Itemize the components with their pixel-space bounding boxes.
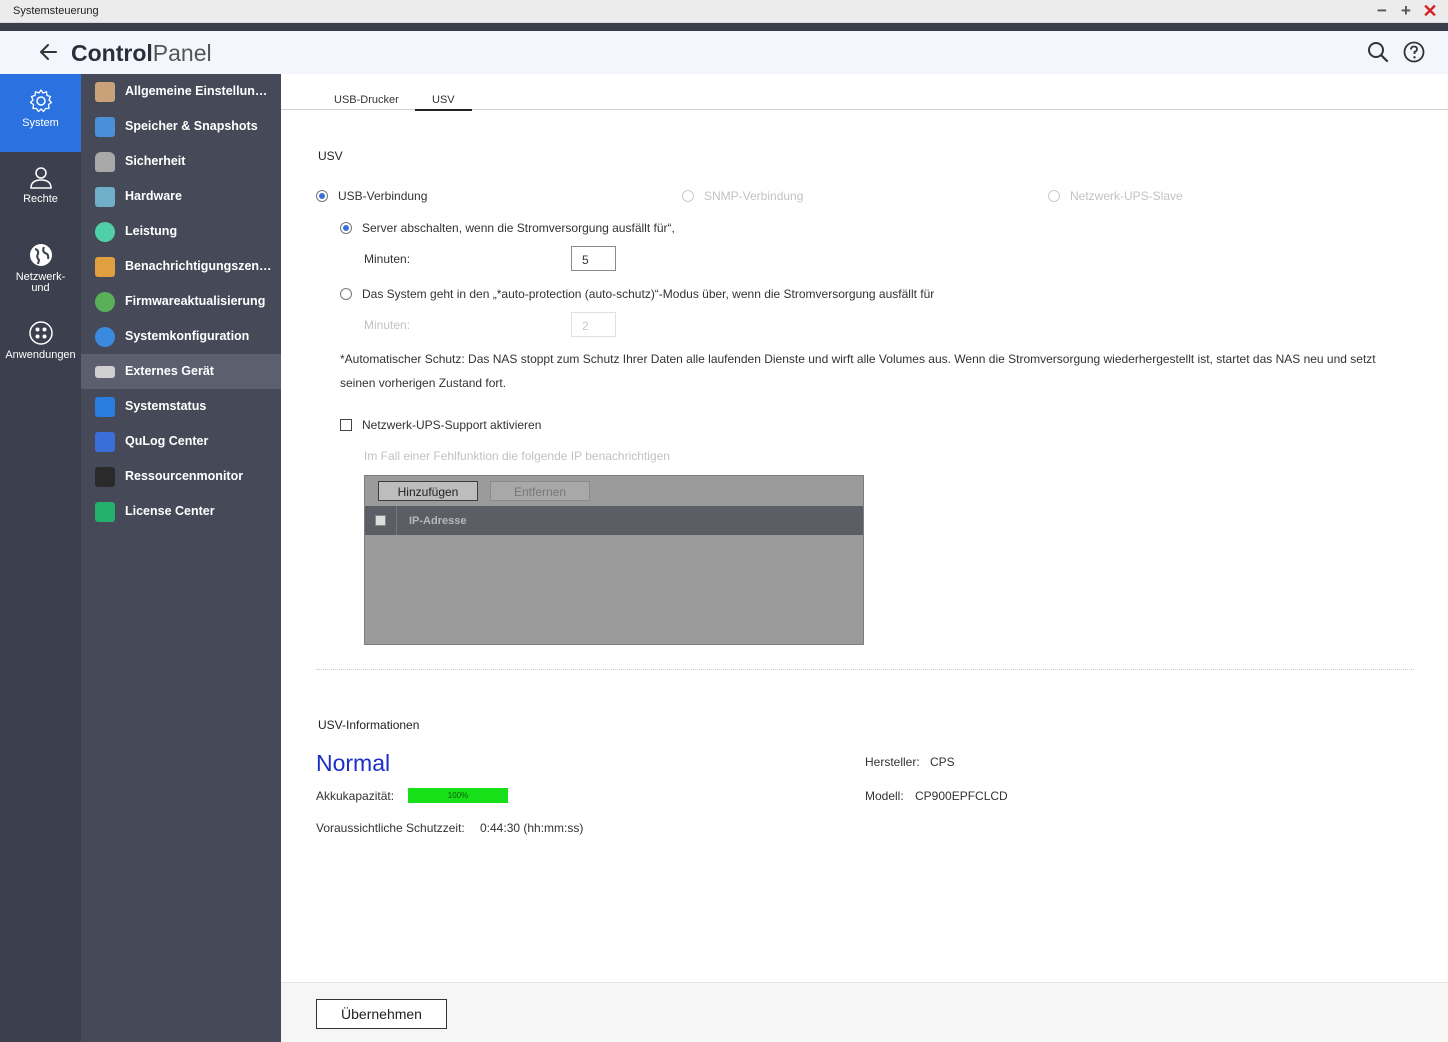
lock-icon	[95, 152, 115, 172]
license-icon	[95, 502, 115, 522]
radio-auto-protection[interactable]	[340, 288, 352, 300]
subnav-item-benachrichtigungszentrum[interactable]: Benachrichtigungszentru…	[81, 249, 281, 284]
add-ip-button[interactable]: Hinzufügen	[378, 481, 478, 501]
runtime-label: Voraussichtliche Schutzzeit:	[316, 821, 465, 835]
apply-button[interactable]: Übernehmen	[316, 999, 447, 1029]
notification-icon	[95, 257, 115, 277]
titlebar-divider	[0, 23, 1448, 31]
external-device-icon	[95, 366, 115, 378]
subnav-item-leistung[interactable]: Leistung	[81, 214, 281, 249]
runtime-value: 0:44:30 (hh:mm:ss)	[480, 821, 584, 835]
subnav-item-systemkonfiguration[interactable]: Systemkonfiguration	[81, 319, 281, 354]
minimize-icon[interactable]: −	[1373, 2, 1391, 20]
rail-item-system[interactable]: System	[0, 74, 81, 152]
section-divider	[316, 669, 1414, 670]
pulse-chart-icon	[95, 467, 115, 487]
monitor-icon	[95, 397, 115, 417]
firmware-icon	[95, 292, 115, 312]
notify-ip-label: Im Fall einer Fehlfunktion die folgende …	[364, 449, 670, 463]
auto-protection-note-line2: seinen vorherigen Zustand fort.	[340, 376, 507, 390]
user-icon	[29, 167, 52, 189]
config-gear-icon	[95, 327, 115, 347]
subnav-item-sicherheit[interactable]: Sicherheit	[81, 144, 281, 179]
netzwerk-ups-slave-label: Netzwerk-UPS-Slave	[1070, 189, 1183, 203]
category-rail: System Rechte Netzwerk- und Anwendungen	[0, 74, 81, 1042]
ip-column-header: IP-Adresse	[409, 515, 467, 527]
server-abschalten-label: Server abschalten, wenn die Stromversorg…	[362, 221, 675, 235]
ip-list-panel: Hinzufügen Entfernen IP-Adresse	[364, 475, 864, 645]
subnav-item-license-center[interactable]: License Center	[81, 494, 281, 529]
network-ups-label: Netzwerk-UPS-Support aktivieren	[362, 418, 542, 432]
remove-ip-button[interactable]: Entfernen	[490, 481, 590, 501]
rail-item-anwendungen[interactable]: Anwendungen	[0, 320, 81, 370]
snmp-verbindung-label: SNMP-Verbindung	[704, 189, 804, 203]
back-arrow-icon[interactable]	[36, 39, 62, 65]
hardware-icon	[95, 187, 115, 207]
subnav-item-externes-geraet[interactable]: Externes Gerät	[81, 354, 281, 389]
radio-netzwerk-ups-slave[interactable]	[1048, 190, 1060, 202]
system-subnav: Allgemeine Einstellungen Speicher & Snap…	[81, 74, 281, 1042]
ups-status: Normal	[316, 750, 391, 776]
tab-usb-drucker[interactable]: USB-Drucker	[334, 94, 399, 109]
network-ups-checkbox[interactable]	[340, 419, 352, 431]
subnav-item-systemstatus[interactable]: Systemstatus	[81, 389, 281, 424]
maker-label: Hersteller:	[865, 755, 920, 769]
ip-table-header: IP-Adresse	[365, 506, 863, 535]
log-icon	[95, 432, 115, 452]
subnav-item-allgemeine-einstellungen[interactable]: Allgemeine Einstellungen	[81, 74, 281, 109]
rail-label: Anwendungen	[5, 349, 76, 361]
rail-label: System	[22, 117, 59, 129]
app-title: ControlPanel	[71, 40, 212, 66]
rail-label: Rechte	[23, 193, 58, 205]
search-icon[interactable]	[1366, 40, 1390, 64]
subnav-item-hardware[interactable]: Hardware	[81, 179, 281, 214]
usv-info-title: USV-Informationen	[318, 718, 420, 732]
select-all-checkbox[interactable]	[375, 515, 386, 526]
help-icon[interactable]	[1402, 40, 1426, 64]
main-content: USB-Drucker USV USV USB-Verbindung SNMP-…	[281, 74, 1448, 1042]
minutes2-input[interactable]: 2	[571, 312, 616, 337]
model-value: CP900EPFCLCD	[915, 789, 1008, 803]
radio-server-abschalten[interactable]	[340, 222, 352, 234]
battery-level-bar: 100%	[408, 788, 508, 803]
rail-item-rechte[interactable]: Rechte	[0, 164, 81, 214]
battery-value: 100%	[447, 791, 469, 800]
battery-label: Akkukapazität:	[316, 789, 395, 803]
apps-icon	[28, 321, 53, 345]
tab-usv[interactable]: USV	[415, 94, 472, 111]
window-titlebar: Systemsteuerung − + ✕	[0, 0, 1448, 23]
subnav-item-qulog-center[interactable]: QuLog Center	[81, 424, 281, 459]
bulb-icon	[95, 222, 115, 242]
storage-icon	[95, 117, 115, 137]
radio-usb-verbindung[interactable]	[316, 190, 328, 202]
app-header: ControlPanel	[0, 31, 1448, 74]
footer-bar: Übernehmen	[281, 982, 1448, 1042]
subnav-item-speicher[interactable]: Speicher & Snapshots	[81, 109, 281, 144]
tab-bar: USB-Drucker USV	[281, 74, 1448, 111]
usv-section-title: USV	[318, 149, 343, 163]
rail-item-netzwerk[interactable]: Netzwerk- und	[0, 242, 81, 302]
globe-icon	[29, 244, 52, 266]
settings-clipboard-icon	[95, 82, 115, 102]
auto-protection-note-line1: *Automatischer Schutz: Das NAS stoppt zu…	[340, 352, 1376, 366]
maker-value: CPS	[930, 755, 955, 769]
column-separator	[396, 506, 397, 535]
minutes2-label: Minuten:	[364, 318, 411, 332]
model-label: Modell:	[865, 789, 904, 803]
gear-icon	[29, 89, 52, 113]
radio-snmp-verbindung[interactable]	[682, 190, 694, 202]
rail-label: Netzwerk- und	[15, 271, 66, 294]
subnav-item-ressourcenmonitor[interactable]: Ressourcenmonitor	[81, 459, 281, 494]
usb-verbindung-label: USB-Verbindung	[338, 189, 428, 203]
minutes-input[interactable]: 5	[571, 246, 616, 271]
subnav-item-firmwareaktualisierung[interactable]: Firmwareaktualisierung	[81, 284, 281, 319]
maximize-icon[interactable]: +	[1397, 2, 1415, 20]
close-icon[interactable]: ✕	[1421, 2, 1439, 20]
auto-protection-label: Das System geht in den „*auto-protection…	[362, 287, 935, 301]
minutes-label: Minuten:	[364, 252, 411, 266]
window-title: Systemsteuerung	[13, 5, 99, 17]
